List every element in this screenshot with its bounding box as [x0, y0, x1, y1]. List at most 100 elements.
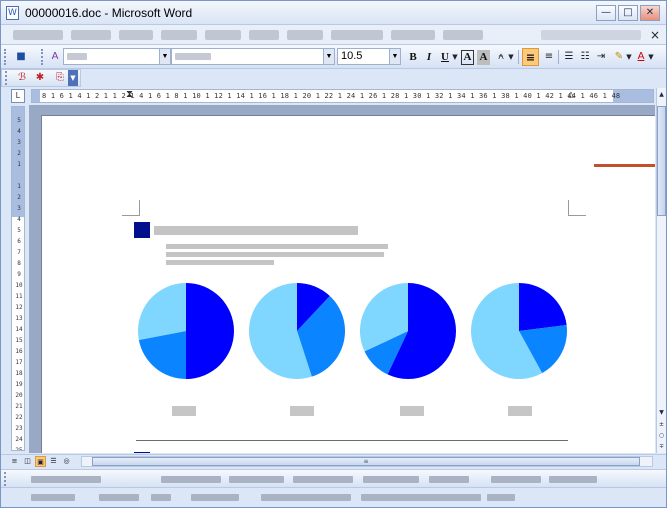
web-layout-icon[interactable]: ◫: [22, 456, 33, 467]
menu-item-1[interactable]: [13, 30, 63, 40]
body-text-redacted-1: [166, 244, 388, 249]
draw-tool-redacted-3[interactable]: [293, 476, 353, 483]
scroll-up-icon[interactable]: ▲: [657, 90, 666, 100]
highlight-dropdown-icon[interactable]: ▼: [625, 49, 633, 65]
toolbar-options-icon[interactable]: ▼: [68, 70, 78, 86]
draw-tool-redacted-5[interactable]: [429, 476, 469, 483]
horizontal-ruler-row: L 8 1 6 1 4 1 2 1 1 2 1 4 1 6 1 8 1 10 1…: [1, 88, 666, 104]
vertical-ruler[interactable]: 5 4 3 2 1 1 2 3 4 5 6 7 8 9 10 11 12 13 …: [11, 106, 25, 451]
ruler-left-margin: [32, 90, 40, 102]
toolbar-separator: [558, 50, 559, 64]
help-search-box[interactable]: [541, 30, 641, 40]
right-indent-marker-icon[interactable]: △: [568, 90, 574, 101]
draw-tool-redacted-1[interactable]: [161, 476, 221, 483]
draw-menu-redacted[interactable]: [31, 476, 101, 483]
menu-item-6[interactable]: [249, 30, 279, 40]
draw-tool-redacted-2[interactable]: [229, 476, 284, 483]
toolbar-tool-icon-1[interactable]: ℬ: [14, 70, 30, 86]
secondary-toolbar: ℬ ✱ ⎘ ▼: [1, 69, 81, 87]
horizontal-scroll-thumb[interactable]: ≡: [92, 457, 640, 466]
close-button[interactable]: ✕: [640, 5, 660, 21]
menu-item-3[interactable]: [119, 30, 153, 40]
formatting-toolbar: ■ A ▼ ▼ 10.5 ▼ B I U ▼ A A ⍲ ▼ ≡ ≡ ☰ ☷ ⇥…: [1, 45, 666, 69]
bullet-list-icon[interactable]: ☷: [577, 49, 593, 65]
title-bar: W 00000016.doc - Microsoft Word — □ ✕: [1, 1, 666, 25]
menu-bar: ×: [1, 25, 666, 45]
underline-dropdown-icon[interactable]: ▼: [451, 49, 459, 65]
print-layout-icon[interactable]: ▣: [35, 456, 46, 467]
status-pagecount-redacted: [151, 494, 171, 501]
vertical-scrollbar[interactable]: ▲ ▼ ± ○ ∓: [656, 88, 666, 453]
menu-item-2[interactable]: [71, 30, 111, 40]
pie-1-slice-1: [186, 283, 234, 379]
style-combo[interactable]: ▼: [63, 48, 171, 65]
tab-selector[interactable]: L: [11, 89, 25, 103]
align-distributed-icon[interactable]: ≡: [541, 49, 557, 65]
indent-icon[interactable]: ⇥: [593, 49, 609, 65]
indent-marker-icon[interactable]: ⧗: [126, 90, 133, 101]
status-page-redacted: [31, 494, 75, 501]
toolbar-grip[interactable]: [4, 472, 7, 486]
menu-item-9[interactable]: [391, 30, 435, 40]
scroll-down-icon[interactable]: ▼: [657, 408, 666, 418]
horizontal-ruler[interactable]: 8 1 6 1 4 1 2 1 1 2 1 4 1 6 1 8 1 10 1 1…: [31, 89, 654, 103]
character-shading-button[interactable]: A: [477, 50, 490, 65]
horizontal-rule: [136, 440, 568, 441]
draw-tool-redacted-7[interactable]: [549, 476, 597, 483]
align-justify-button[interactable]: ≡: [522, 48, 539, 66]
phonetic-dropdown-icon[interactable]: ▼: [507, 49, 515, 65]
heading-bullet-square: [134, 222, 150, 238]
numbered-list-icon[interactable]: ☰: [561, 49, 577, 65]
font-color-dropdown-icon[interactable]: ▼: [647, 49, 655, 65]
browse-object-icon[interactable]: ○: [657, 431, 666, 441]
menu-item-7[interactable]: [287, 30, 323, 40]
menu-item-8[interactable]: [331, 30, 383, 40]
outline-view-icon[interactable]: ☰: [48, 456, 59, 467]
menu-item-5[interactable]: [205, 30, 241, 40]
bold-button[interactable]: B: [405, 48, 421, 66]
window-controls: — □ ✕: [596, 5, 660, 21]
menu-item-10[interactable]: [443, 30, 483, 40]
save-icon[interactable]: ■: [13, 49, 29, 65]
pie-chart-row: [136, 281, 572, 383]
font-size-combo[interactable]: 10.5 ▼: [337, 48, 401, 65]
document-canvas[interactable]: [29, 105, 655, 453]
word-document-icon[interactable]: W: [6, 6, 19, 20]
view-and-hscroll-bar: ≡ ◫ ▣ ☰ ◎ ≡: [1, 454, 666, 468]
toolbar-grip-2[interactable]: [41, 49, 44, 65]
minimize-button[interactable]: —: [596, 5, 616, 21]
chevron-down-icon[interactable]: ▼: [389, 49, 400, 64]
next-page-icon[interactable]: ∓: [657, 442, 666, 452]
status-language-redacted: [487, 494, 515, 501]
italic-button[interactable]: I: [421, 48, 437, 66]
crop-mark-top-right: [568, 200, 586, 216]
status-section-redacted: [99, 494, 139, 501]
styles-icon[interactable]: A: [47, 49, 63, 65]
horizontal-scrollbar[interactable]: ≡: [81, 456, 653, 467]
toolbar-grip[interactable]: [5, 71, 8, 85]
vertical-scroll-thumb[interactable]: [657, 106, 666, 216]
chevron-down-icon[interactable]: ▼: [159, 49, 170, 64]
document-close-icon[interactable]: ×: [650, 28, 660, 42]
draw-tool-redacted-4[interactable]: [363, 476, 419, 483]
status-position-redacted: [191, 494, 239, 501]
previous-page-icon[interactable]: ±: [657, 420, 666, 430]
font-combo[interactable]: ▼: [171, 48, 335, 65]
body-text-redacted-3: [166, 260, 274, 265]
document-page[interactable]: [41, 115, 655, 453]
pie-4-slice-1: [519, 283, 567, 331]
crop-mark-top-left: [122, 200, 140, 216]
toolbar-tool-icon-2[interactable]: ✱: [32, 70, 48, 86]
normal-view-icon[interactable]: ≡: [9, 456, 20, 467]
restore-button[interactable]: □: [618, 5, 638, 21]
status-bar: [1, 488, 666, 507]
toolbar-tool-icon-3[interactable]: ⎘: [52, 70, 68, 86]
font-size-value: 10.5: [341, 50, 363, 62]
toolbar-grip[interactable]: [4, 49, 7, 65]
character-border-button[interactable]: A: [461, 50, 474, 65]
draw-tool-redacted-6[interactable]: [491, 476, 541, 483]
chevron-down-icon[interactable]: ▼: [323, 49, 334, 64]
menu-item-4[interactable]: [161, 30, 197, 40]
drawing-toolbar: [1, 469, 666, 488]
reading-layout-icon[interactable]: ◎: [61, 456, 72, 467]
